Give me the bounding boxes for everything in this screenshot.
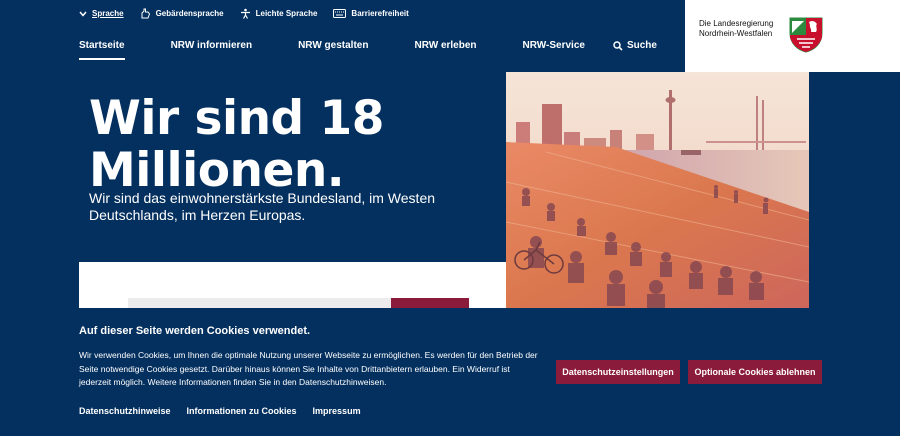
hero-title: Wir sind 18 Millionen. — [89, 93, 489, 197]
nav-item-nrw-gestalten[interactable]: NRW gestalten — [298, 40, 368, 60]
cookie-info-link[interactable]: Informationen zu Cookies — [187, 406, 297, 416]
accessibility-label: Barrierefreiheit — [351, 9, 409, 18]
brand-text: Die Landesregierung Nordrhein-Westfalen — [699, 19, 773, 39]
sign-language-label: Gebärdensprache — [155, 9, 224, 18]
easy-language-link[interactable]: Leichte Sprache — [240, 8, 318, 19]
search-card — [79, 262, 506, 308]
language-label: Sprache — [92, 9, 124, 18]
brand-line-1: Die Landesregierung — [699, 19, 774, 28]
easy-language-label: Leichte Sprache — [255, 9, 318, 18]
chevron-down-icon — [79, 11, 87, 17]
cookie-links: Datenschutzhinweise Informationen zu Coo… — [79, 406, 361, 416]
cookie-banner: Auf dieser Seite werden Cookies verwende… — [0, 308, 900, 436]
brand-logo-area[interactable]: Die Landesregierung Nordrhein-Westfalen — [685, 0, 900, 72]
accessibility-link[interactable]: Barrierefreiheit — [333, 9, 409, 18]
imprint-link[interactable]: Impressum — [313, 406, 361, 416]
nav-item-nrw-informieren[interactable]: NRW informieren — [171, 40, 253, 60]
privacy-notice-link[interactable]: Datenschutzhinweise — [79, 406, 171, 416]
cookie-heading: Auf dieser Seite werden Cookies verwende… — [79, 325, 311, 337]
hero-search-button[interactable] — [391, 298, 469, 308]
reject-optional-cookies-button[interactable]: Optionale Cookies ablehnen — [688, 360, 822, 384]
top-bar: Sprache Gebärdensprache Leichte Sprache … — [0, 0, 685, 72]
language-selector[interactable]: Sprache — [79, 9, 124, 18]
utility-bar: Sprache Gebärdensprache Leichte Sprache … — [79, 8, 409, 19]
hero-image — [506, 72, 809, 308]
nav-item-nrw-erleben[interactable]: NRW erleben — [414, 40, 476, 60]
keyboard-icon — [333, 9, 347, 18]
hero-subtitle: Wir sind das einwohnerstärkste Bundeslan… — [89, 190, 436, 223]
cookie-text: Wir verwenden Cookies, um Ihnen die opti… — [79, 350, 538, 387]
brand-line-2: Nordrhein-Westfalen — [699, 29, 773, 38]
search-button[interactable]: Suche — [613, 40, 657, 51]
main-nav: Startseite NRW informieren NRW gestalten… — [79, 40, 657, 60]
hero-title-line-1: Wir sind 18 — [89, 91, 384, 146]
nav-item-startseite[interactable]: Startseite — [79, 40, 125, 60]
nrw-coat-of-arms-icon — [789, 17, 823, 53]
sign-language-icon — [141, 8, 150, 19]
privacy-settings-button[interactable]: Datenschutzeinstellungen — [556, 360, 680, 384]
hero-search-input[interactable] — [128, 298, 391, 308]
sign-language-link[interactable]: Gebärdensprache — [140, 8, 224, 19]
nav-item-nrw-service[interactable]: NRW-Service — [523, 40, 585, 60]
easy-language-icon — [240, 8, 250, 19]
search-icon — [613, 40, 623, 51]
search-label: Suche — [626, 40, 657, 51]
